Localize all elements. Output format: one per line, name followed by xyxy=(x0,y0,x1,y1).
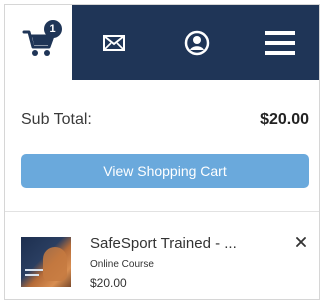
thumbnail-subtitle-line xyxy=(25,274,39,276)
mini-cart-panel: 1 Sub Total: $20.00 View Shopping Cart S… xyxy=(4,4,320,300)
account-button[interactable] xyxy=(169,15,225,71)
course-thumbnail[interactable] xyxy=(21,237,71,287)
thumbnail-figure xyxy=(43,247,67,281)
navbar xyxy=(72,5,319,80)
mail-button[interactable] xyxy=(86,15,142,71)
cart-button[interactable]: 1 xyxy=(5,5,72,80)
account-icon xyxy=(184,30,209,55)
item-type: Online Course xyxy=(90,259,154,270)
item-price: $20.00 xyxy=(90,276,127,290)
mail-icon xyxy=(102,34,125,51)
subtotal-value: $20.00 xyxy=(260,111,309,128)
menu-button[interactable] xyxy=(252,15,308,71)
view-shopping-cart-button[interactable]: View Shopping Cart xyxy=(21,154,309,188)
menu-icon xyxy=(264,30,295,55)
subtotal-label: Sub Total: xyxy=(21,111,92,128)
cart-icon: 1 xyxy=(22,19,62,58)
close-icon xyxy=(296,237,306,247)
subtotal-row: Sub Total: $20.00 xyxy=(21,105,309,135)
remove-item-button[interactable] xyxy=(293,233,309,251)
top-navigation: 1 xyxy=(5,5,319,80)
cart-item: SafeSport Trained - ... Online Course $2… xyxy=(21,231,311,291)
item-title[interactable]: SafeSport Trained - ... xyxy=(90,235,280,252)
cart-count-badge: 1 xyxy=(43,19,62,38)
thumbnail-title-line xyxy=(25,269,43,271)
divider xyxy=(5,211,319,212)
